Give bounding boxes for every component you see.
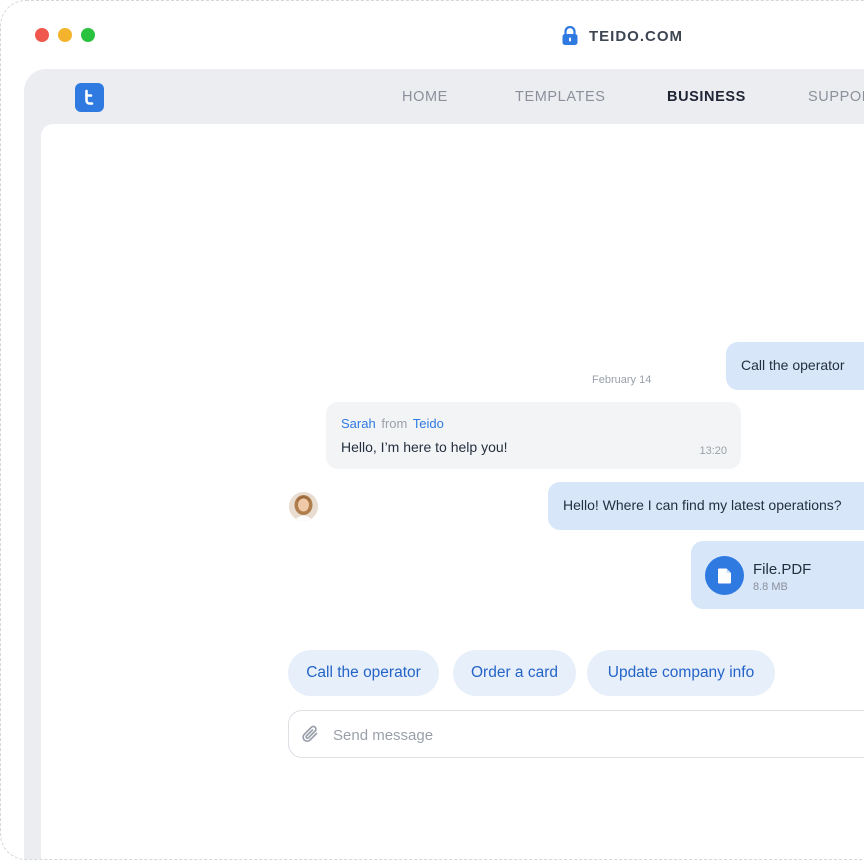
app-container: HOME TEMPLATES BUSINESS SUPPORT February… (24, 69, 864, 859)
quick-reply-label: Update company info (607, 664, 755, 681)
url-text: TEIDO.COM (589, 27, 683, 45)
nav-item-business[interactable]: BUSINESS (667, 89, 746, 105)
close-window-button[interactable] (35, 28, 49, 42)
teido-logo-icon[interactable] (75, 83, 104, 112)
message-text: Hello, I’m here to help you! (341, 439, 508, 455)
paperclip-icon[interactable] (301, 724, 321, 746)
top-nav: HOME TEMPLATES BUSINESS SUPPORT (24, 69, 864, 125)
avatar (289, 492, 318, 521)
date-separator: February 14 (592, 374, 652, 386)
lock-icon (562, 26, 578, 45)
sender-company: Teido (412, 416, 444, 431)
file-message[interactable]: File.PDF 8.8 MB (691, 541, 864, 609)
sarah-avatar-icon (289, 492, 318, 521)
sender-from: from (381, 416, 408, 431)
nav-item-templates[interactable]: TEMPLATES (515, 89, 606, 105)
message-text: Hello! Where I can find my latest operat… (563, 497, 842, 513)
nav-item-home[interactable]: HOME (402, 89, 448, 105)
address-bar[interactable]: TEIDO.COM (561, 25, 683, 47)
quick-reply-call-operator[interactable]: Call the operator (288, 650, 439, 696)
message-time: 13:20 (699, 445, 727, 457)
outgoing-message: Call the operator (726, 342, 864, 390)
message-input[interactable] (331, 719, 835, 751)
quick-reply-label: Order a card (470, 664, 558, 681)
nav-item-support[interactable]: SUPPORT (808, 89, 864, 105)
file-size: 8.8 MB (753, 581, 788, 593)
incoming-message: Sarah from Teido Hello, I’m here to help… (326, 402, 741, 469)
outgoing-message: Hello! Where I can find my latest operat… (548, 482, 864, 530)
browser-window: TEIDO.COM HOME TEMPLATES BUSINESS SUPPOR… (0, 0, 864, 860)
message-composer (288, 710, 864, 758)
sender-name: Sarah (341, 416, 376, 431)
maximize-window-button[interactable] (81, 28, 95, 42)
quick-reply-update-company[interactable]: Update company info (587, 650, 775, 696)
minimize-window-button[interactable] (58, 28, 72, 42)
message-sender-line: Sarah from Teido (341, 416, 444, 431)
file-name: File.PDF (753, 561, 812, 578)
file-icon (705, 556, 744, 595)
quick-reply-order-card[interactable]: Order a card (453, 650, 576, 696)
message-text: Call the operator (741, 357, 845, 373)
chat-panel: February 14 Call the operator Sarah from… (41, 124, 864, 859)
quick-reply-label: Call the operator (306, 664, 421, 681)
window-controls (35, 28, 95, 42)
